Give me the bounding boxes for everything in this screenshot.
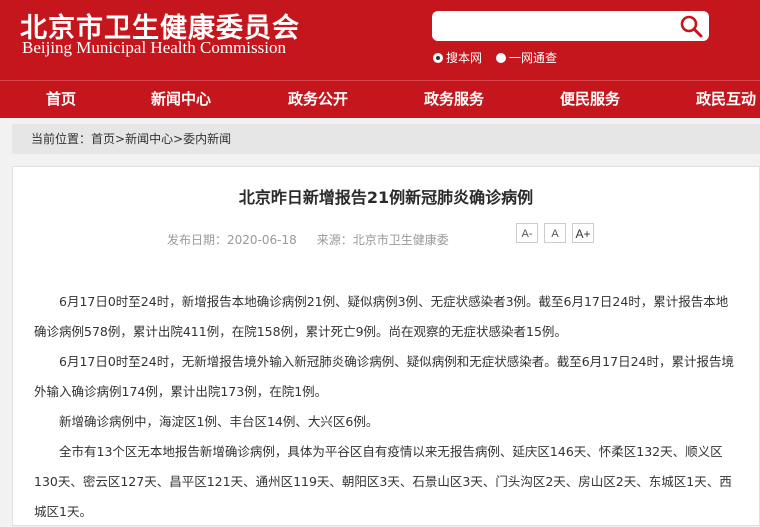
article-title: 北京昨日新增报告21例新冠肺炎确诊病例 xyxy=(238,188,534,207)
font-smaller-button[interactable]: A- xyxy=(516,223,538,243)
article-paragraph: 6月17日0时至24时，新增报告本地确诊病例21例、疑似病例3例、无症状感染者3… xyxy=(34,294,729,339)
nav-government-affairs[interactable]: 政务公开 xyxy=(288,81,348,118)
search-input[interactable] xyxy=(440,16,664,38)
radio-unselected-icon xyxy=(496,52,507,63)
nav-home[interactable]: 首页 xyxy=(46,81,76,118)
nav-public-services[interactable]: 便民服务 xyxy=(560,81,620,118)
search-box xyxy=(432,11,709,41)
main-nav: 首页 新闻中心 政务公开 政务服务 便民服务 政民互动 xyxy=(0,80,760,118)
nav-government-services[interactable]: 政务服务 xyxy=(424,81,484,118)
publish-date: 发布日期：2020-06-18 xyxy=(167,233,297,247)
site-header: 北京市卫生健康委员会 Beijing Municipal Health Comm… xyxy=(0,0,760,80)
article: 北京昨日新增报告21例新冠肺炎确诊病例 发布日期：2020-06-18 来源：北京… xyxy=(12,166,760,526)
article-paragraph: 6月17日0时至24时，无新增报告境外输入新冠肺炎确诊病例、疑似病例和无症状感染… xyxy=(34,354,734,399)
font-normal-button[interactable]: A xyxy=(544,223,566,243)
search-button[interactable] xyxy=(677,13,705,39)
article-paragraph: 新增确诊病例中，海淀区1例、丰台区14例、大兴区6例。 xyxy=(59,414,379,429)
font-size-controls: A- A A+ xyxy=(516,223,600,243)
breadcrumb-separator: > xyxy=(115,132,126,146)
article-paragraph: 全市有13个区无本地报告新增确诊病例，具体为平谷区自有疫情以来无报告病例、延庆区… xyxy=(34,444,732,519)
scope-all-network[interactable]: 一网通查 xyxy=(496,49,557,66)
scope-label: 搜本网 xyxy=(446,51,483,65)
search-scope-group: 搜本网 一网通查 xyxy=(433,49,571,66)
nav-news-center[interactable]: 新闻中心 xyxy=(151,81,211,118)
scope-label: 一网通查 xyxy=(509,51,558,65)
site-title-english: Beijing Municipal Health Commission xyxy=(22,38,286,57)
breadcrumb-separator: > xyxy=(173,132,184,146)
breadcrumb-home[interactable]: 首页 xyxy=(91,132,115,146)
article-body: 6月17日0时至24时，新增报告本地确诊病例21例、疑似病例3例、无症状感染者3… xyxy=(34,287,734,527)
article-meta: 发布日期：2020-06-18 来源：北京市卫生健康委 xyxy=(167,231,449,248)
radio-selected-icon xyxy=(433,52,443,63)
breadcrumb: 当前位置：首页>新闻中心>委内新闻 xyxy=(12,124,760,154)
breadcrumb-commission-news[interactable]: 委内新闻 xyxy=(183,132,231,146)
article-source: 来源：北京市卫生健康委 xyxy=(316,233,449,247)
breadcrumb-news-center[interactable]: 新闻中心 xyxy=(125,132,173,146)
scope-this-site[interactable]: 搜本网 xyxy=(433,49,482,66)
breadcrumb-label: 当前位置： xyxy=(31,132,92,146)
search-icon xyxy=(680,15,703,38)
nav-interaction[interactable]: 政民互动 xyxy=(696,81,756,118)
font-larger-button[interactable]: A+ xyxy=(572,223,594,243)
